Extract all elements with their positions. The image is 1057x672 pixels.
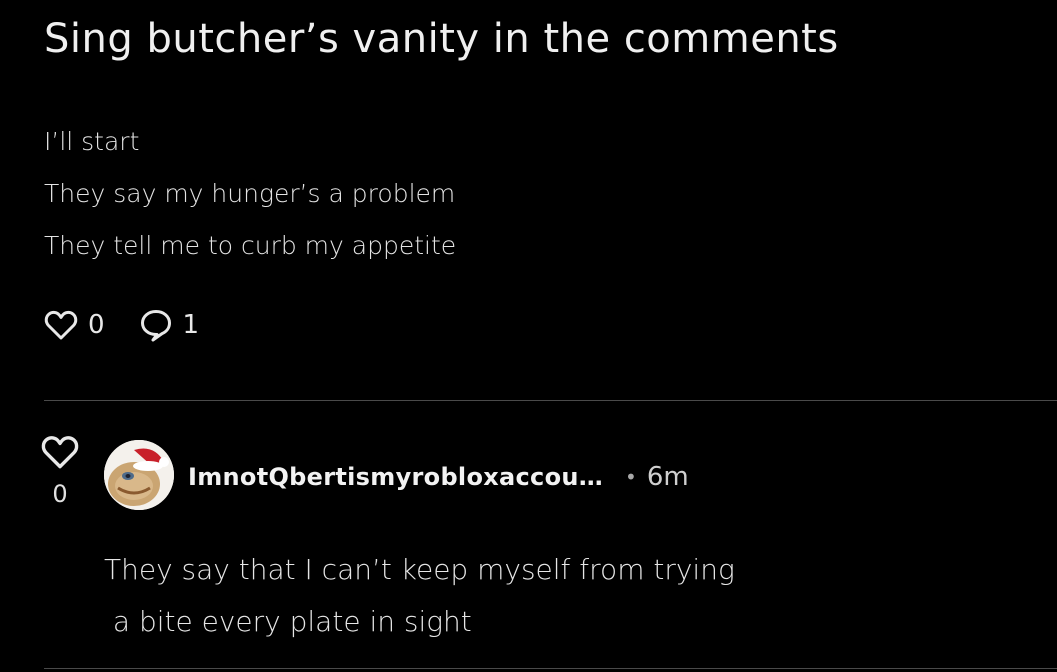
divider: [44, 400, 1057, 401]
post-body-line: I’ll start: [44, 127, 140, 156]
like-button[interactable]: 0: [44, 309, 105, 341]
comment-meta: ImnotQbertismyrobloxaccou… • 6m: [188, 459, 689, 495]
comment-body-line: a bite every plate in sight: [104, 605, 472, 638]
comment-body: They say that I can’t keep myself from t…: [104, 544, 735, 648]
comment-body-line: They say that I can’t keep myself from t…: [104, 553, 735, 586]
post-title: Sing butcher’s vanity in the comments: [44, 16, 839, 62]
post-body-line: They say my hunger’s a problem: [44, 179, 456, 208]
heart-icon: [41, 436, 79, 469]
post-actions: 0 1: [44, 308, 233, 342]
post-body-line: They tell me to curb my appetite: [44, 231, 457, 260]
comment-count: 1: [182, 310, 200, 340]
meta-separator: •: [625, 465, 637, 489]
post-body: I’ll start They say my hunger’s a proble…: [44, 116, 456, 272]
comment-like-button[interactable]: 0: [40, 434, 80, 508]
like-count: 0: [88, 310, 105, 340]
santa-hat-avatar-icon: [104, 440, 174, 510]
heart-icon: [44, 310, 78, 340]
comment-username[interactable]: ImnotQbertismyrobloxaccou…: [188, 463, 603, 491]
comment-button[interactable]: 1: [139, 308, 200, 342]
divider: [44, 668, 1057, 669]
comment-like-count: 0: [52, 480, 68, 508]
speech-bubble-icon: [140, 310, 171, 342]
comment-timestamp: 6m: [646, 462, 689, 492]
avatar[interactable]: [104, 440, 174, 510]
